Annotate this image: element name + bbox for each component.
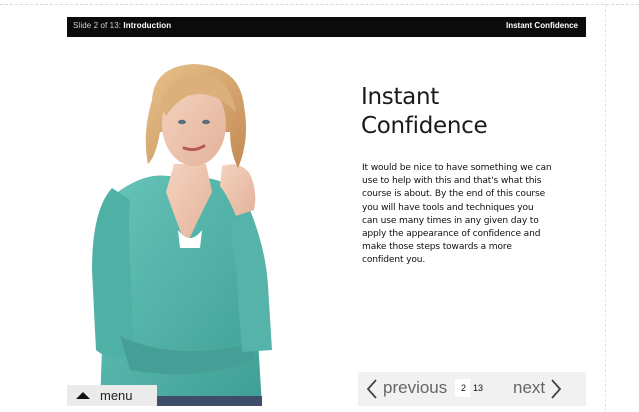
body-paragraph: It would be nice to have something we ca… [362, 163, 552, 266]
current-page: 2 [455, 379, 471, 397]
heading-line-2: Confidence [361, 113, 488, 139]
slide-counter: Slide 2 of 13: Introduction [73, 21, 171, 30]
slide-number-text: Slide 2 of 13: [73, 21, 124, 30]
menu-label: menu [100, 388, 133, 403]
next-button[interactable]: next [512, 377, 578, 401]
woman-photo [92, 64, 272, 406]
slide-heading: Instant Confidence [361, 83, 591, 141]
triangle-up-icon [76, 392, 90, 399]
total-pages: 13 [473, 383, 484, 393]
previous-label: previous [383, 378, 448, 397]
chevron-left-icon [366, 379, 377, 399]
section-name: Introduction [123, 21, 172, 30]
top-dashed-border [0, 4, 639, 5]
page-indicator: 2 13 [455, 379, 486, 397]
slide-title-bar: Slide 2 of 13: Introduction Instant Conf… [67, 17, 586, 37]
slide-navigation: previous 2 13 next [358, 372, 586, 406]
chevron-right-icon [551, 379, 562, 399]
heading-line-1: Instant [361, 84, 439, 110]
menu-button[interactable]: menu [67, 385, 157, 406]
course-title: Instant Confidence [505, 21, 578, 30]
right-dashed-border [605, 4, 606, 412]
next-label: next [513, 378, 546, 397]
